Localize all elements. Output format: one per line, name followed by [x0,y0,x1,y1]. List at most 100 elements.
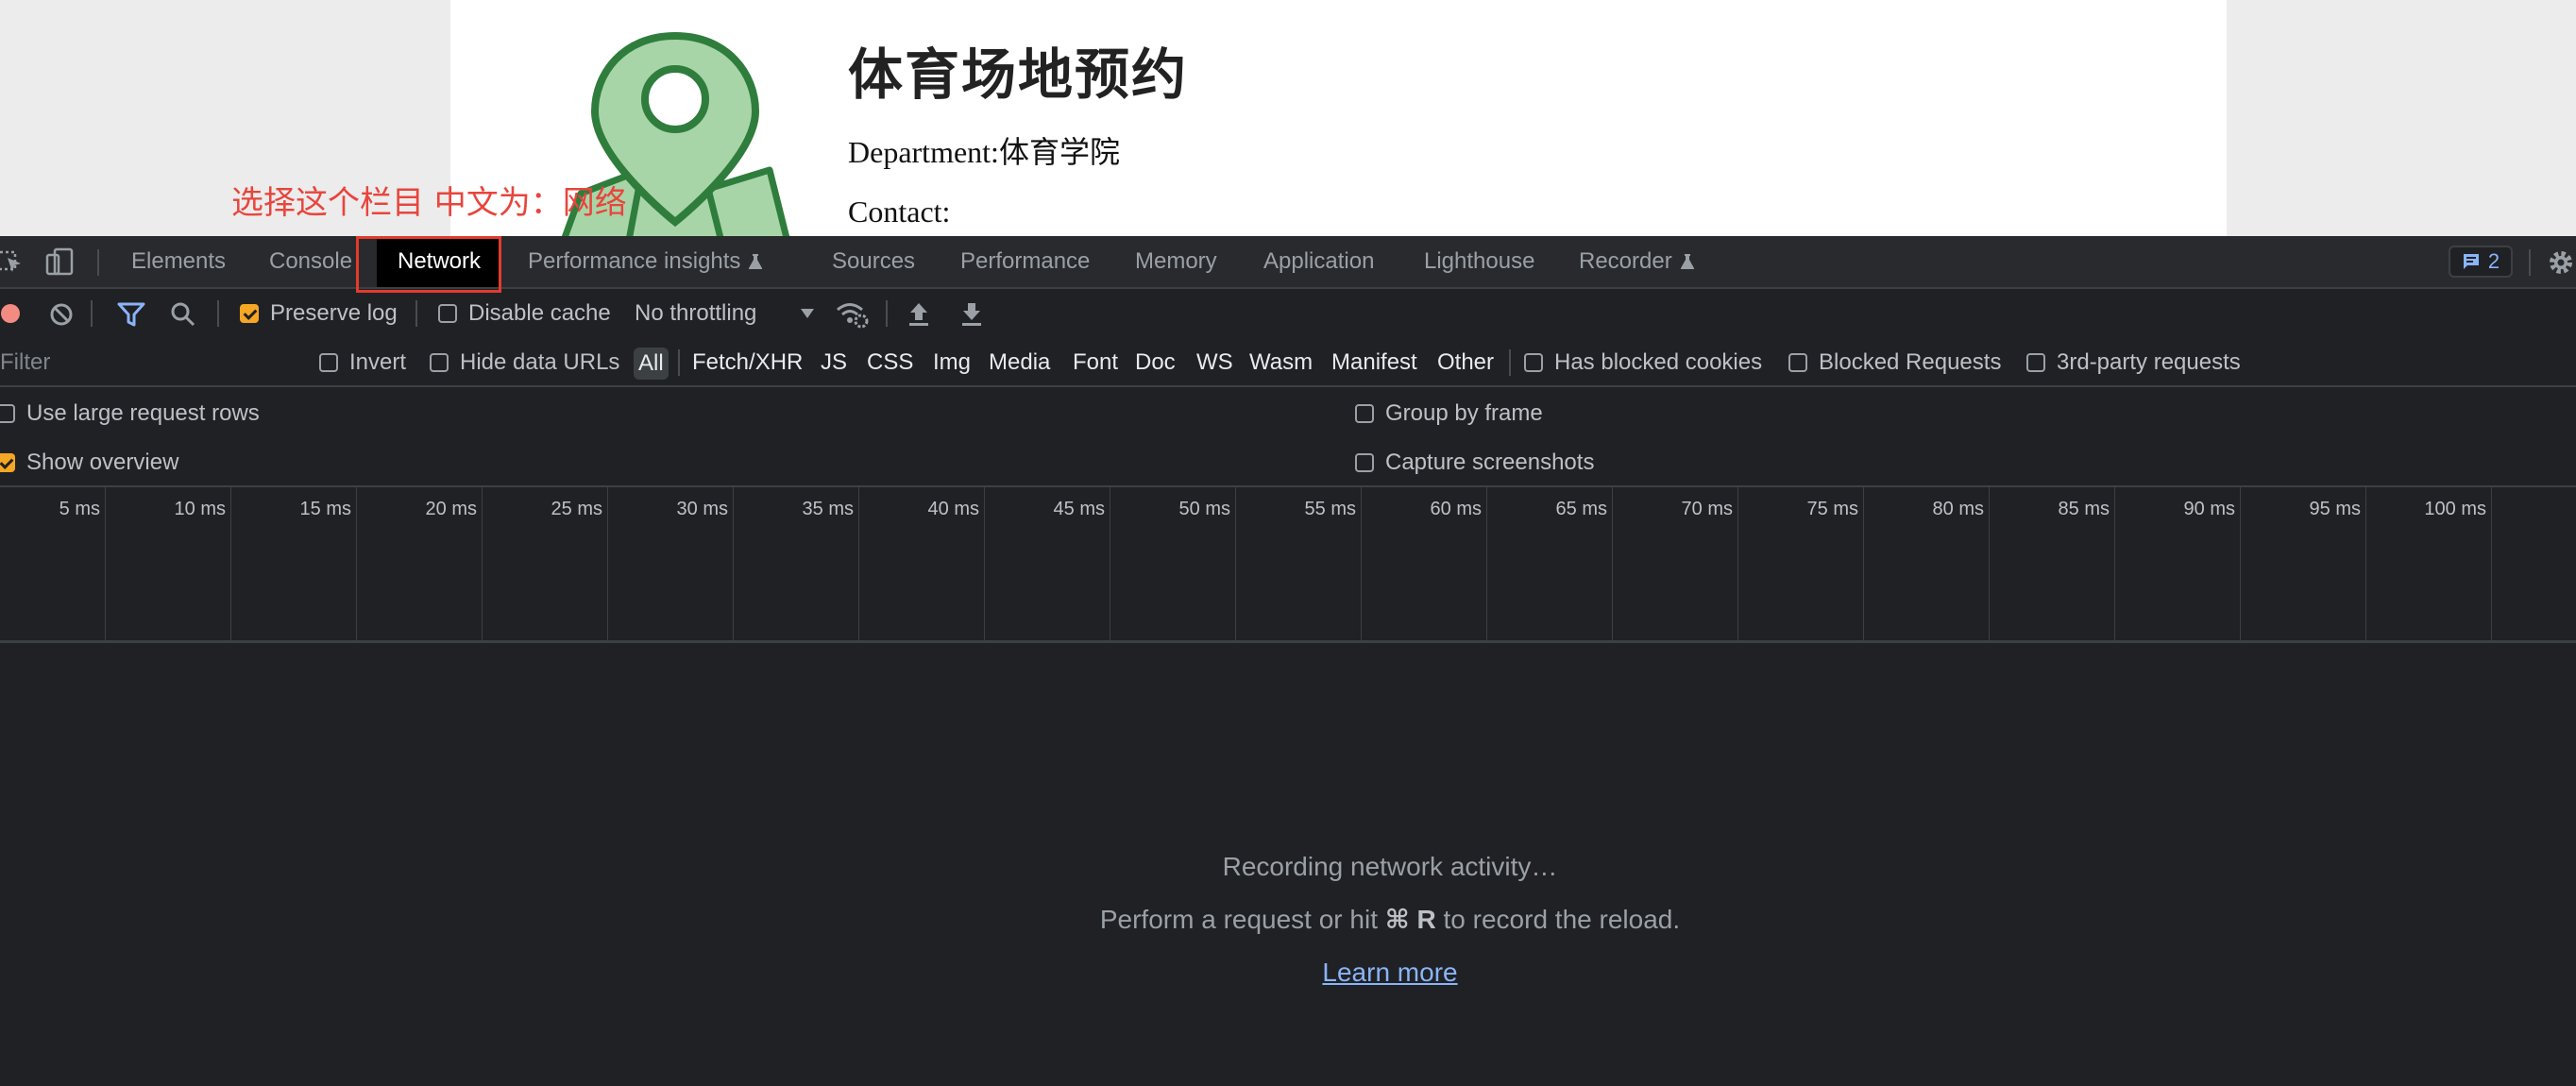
timeline-tick-label: 15 ms [299,499,351,519]
show-overview-checkbox[interactable]: Show overview [0,438,178,487]
blocked-requests-checkbox[interactable]: Blocked Requests [1788,338,2001,387]
import-har-icon[interactable] [907,300,931,327]
reload-hint-suffix: to record the reload. [1435,905,1681,934]
preserve-log-check[interactable] [240,304,259,323]
timeline-tick-label: 75 ms [1806,499,1858,519]
tab-performance-insights[interactable]: Performance insights [528,236,763,287]
timeline-gridline [984,487,985,640]
tab-console[interactable]: Console [269,236,352,287]
invert-checkbox[interactable]: Invert [319,338,406,387]
timeline-gridline [356,487,357,640]
hide-data-urls-check[interactable] [430,353,449,372]
preserve-log-label: Preserve log [270,300,398,326]
timeline-gridline [1989,487,1990,640]
inspect-element-icon[interactable] [0,249,25,274]
timeline-gridline [230,487,231,640]
timeline-gridline [2491,487,2492,640]
filter-type-img[interactable]: Img [933,338,971,387]
disable-cache-check[interactable] [438,304,457,323]
settings-row: Use large request rows Group by frame [0,389,2576,438]
filter-type-ws[interactable]: WS [1196,338,1233,387]
timeline-gridline [607,487,608,640]
third-party-requests-checkbox[interactable]: 3rd-party requests [2026,338,2241,387]
timeline-tick-label: 5 ms [59,499,100,519]
filter-type-font[interactable]: Font [1073,338,1118,387]
has-blocked-cookies-check[interactable] [1524,353,1543,372]
department-text: Department:体育学院 [848,135,1120,169]
large-request-rows-checkbox[interactable]: Use large request rows [0,389,260,438]
has-blocked-cookies-checkbox[interactable]: Has blocked cookies [1524,338,1762,387]
third-party-requests-check[interactable] [2026,353,2045,372]
network-overview-timeline[interactable]: 5 ms 10 ms 15 ms 20 ms 25 ms 30 ms 35 ms 40 ms 4… [0,487,2576,643]
reload-hint-prefix: Perform a request or hit [1099,905,1385,934]
capture-screenshots-checkbox[interactable]: Capture screenshots [1355,438,1594,487]
tab-recorder[interactable]: Recorder [1579,236,1695,287]
issues-counter-button[interactable]: 2 [2449,246,2513,278]
timeline-tick-label: 40 ms [927,499,979,519]
clear-icon[interactable] [49,302,74,327]
tab-performance[interactable]: Performance [960,236,1090,287]
has-blocked-cookies-label: Has blocked cookies [1554,349,1763,375]
issues-count: 2 [2487,249,2500,273]
filter-funnel-icon[interactable] [117,301,145,328]
filter-type-js[interactable]: JS [821,338,847,387]
timeline-gridline [2365,487,2366,640]
search-icon[interactable] [170,301,196,328]
tab-elements[interactable]: Elements [131,236,226,287]
timeline-gridline [2114,487,2115,640]
record-icon[interactable] [0,303,21,324]
group-by-frame-checkbox[interactable]: Group by frame [1355,389,1543,438]
blocked-requests-check[interactable] [1788,353,1807,372]
filter-type-doc[interactable]: Doc [1135,338,1176,387]
timeline-tick-label: 85 ms [2058,499,2110,519]
filter-type-other[interactable]: Other [1437,338,1494,387]
tab-lighthouse[interactable]: Lighthouse [1424,236,1534,287]
reload-shortcut: ⌘ R [1384,905,1436,934]
timeline-tick-label: 55 ms [1304,499,1356,519]
filter-type-all[interactable]: All [634,348,669,380]
hide-data-urls-checkbox[interactable]: Hide data URLs [430,338,619,387]
filter-type-wasm[interactable]: Wasm [1249,338,1313,387]
tab-sources[interactable]: Sources [832,236,915,287]
settings-gear-icon[interactable] [2546,247,2576,278]
capture-screenshots-check[interactable] [1355,453,1374,472]
invert-check[interactable] [319,353,338,372]
filter-type-css[interactable]: CSS [867,338,913,387]
disable-cache-checkbox[interactable]: Disable cache [438,289,611,338]
show-overview-label: Show overview [26,450,179,475]
device-toolbar-icon[interactable] [45,247,76,278]
timeline-tick-label: 20 ms [425,499,477,519]
experiment-flask-icon [749,254,763,269]
blocked-requests-label: Blocked Requests [1819,349,2002,375]
large-request-rows-check[interactable] [0,404,15,423]
learn-more-link[interactable]: Learn more [1322,946,1457,999]
filter-type-manifest[interactable]: Manifest [1331,338,1417,387]
timeline-tick-label: 95 ms [2309,499,2361,519]
filter-input[interactable] [0,346,293,380]
toolbar-separator [886,300,888,327]
show-overview-check[interactable] [0,453,15,472]
timeline-gridline [1737,487,1738,640]
filter-type-fetch-xhr[interactable]: Fetch/XHR [692,338,803,387]
throttling-value: No throttling [635,300,757,326]
export-har-icon[interactable] [959,300,984,327]
timeline-gridline [1612,487,1613,640]
tab-memory[interactable]: Memory [1135,236,1217,287]
preserve-log-checkbox[interactable]: Preserve log [240,289,398,338]
timeline-gridline [482,487,483,640]
timeline-tick-label: 50 ms [1178,499,1230,519]
filter-type-media[interactable]: Media [989,338,1050,387]
page-title: 体育场地预约 [848,42,1189,107]
timeline-tick-label: 30 ms [676,499,728,519]
throttling-select[interactable]: No throttling [635,289,815,338]
group-by-frame-check[interactable] [1355,404,1374,423]
timeline-tick-label: 65 ms [1555,499,1607,519]
network-conditions-icon[interactable] [835,300,869,329]
toolbar-separator [415,300,417,327]
devtools-tab-bar: Elements Console Network Performance ins… [0,236,2576,293]
disable-cache-label: Disable cache [468,300,611,326]
timeline-tick-label: 90 ms [2183,499,2235,519]
timeline-gridline [858,487,859,640]
timeline-gridline [2240,487,2241,640]
tab-application[interactable]: Application [1263,236,1374,287]
